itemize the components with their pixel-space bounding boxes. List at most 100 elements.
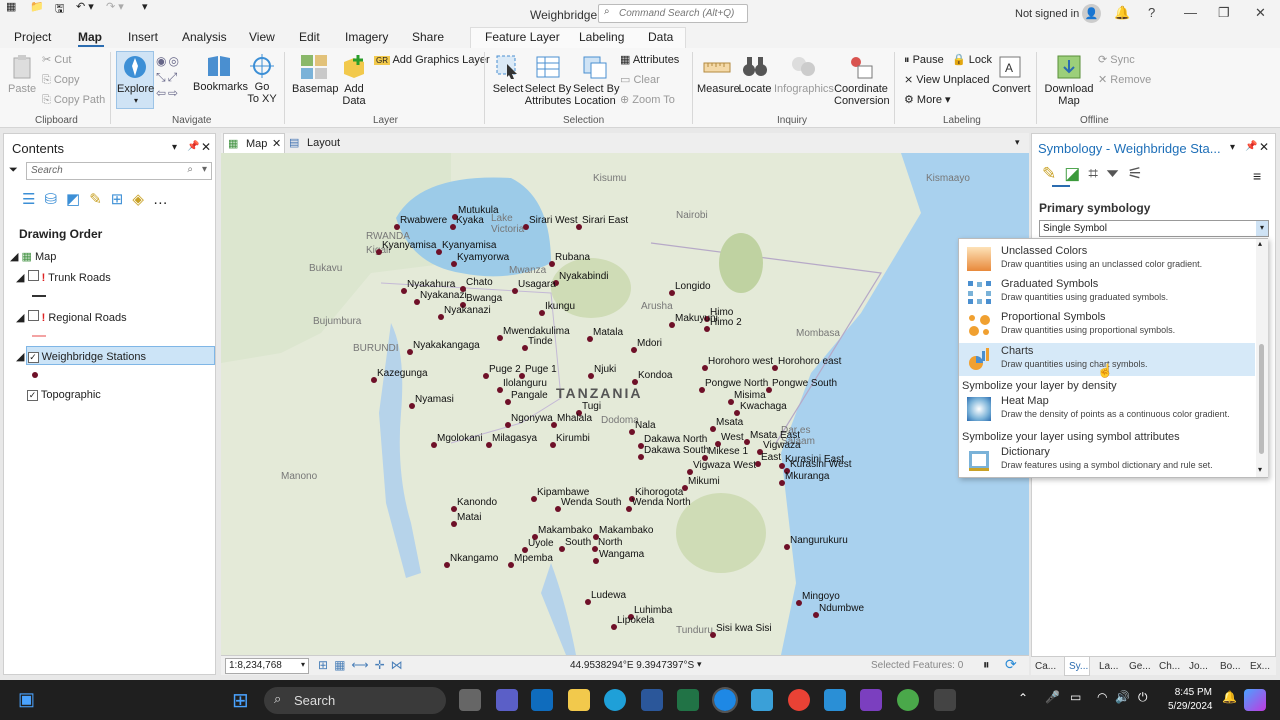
locate-button[interactable]: Locate <box>738 54 772 95</box>
save-icon[interactable]: 🖫 <box>55 0 64 19</box>
copy-button[interactable]: ⎘ Copy <box>42 74 80 86</box>
undo-icon[interactable]: ↶ ▾ <box>76 0 94 13</box>
edge-icon[interactable] <box>604 689 626 711</box>
toc-weighbridge-stations[interactable]: ◢ ✓ Weighbridge Stations <box>16 350 146 363</box>
pause-drawing-icon[interactable]: ⏸ <box>983 657 990 673</box>
tab-layers[interactable]: La... <box>1099 661 1118 672</box>
signin-status[interactable]: Not signed in <box>1015 8 1079 20</box>
scroll-down-icon[interactable]: ▾ <box>1258 465 1262 474</box>
collapse-icon[interactable]: ◢ <box>16 351 24 363</box>
select-by-location-button[interactable]: Select By Location <box>573 54 619 107</box>
explore-dropdown-icon[interactable]: ▾ <box>134 96 138 105</box>
maximize-button[interactable]: ❐ <box>1218 5 1230 21</box>
lock-labels-button[interactable]: 🔒 Lock <box>952 54 992 66</box>
wifi-icon[interactable]: ◠ <box>1097 690 1107 704</box>
scroll-up-icon[interactable]: ▴ <box>1258 239 1262 248</box>
tab-share[interactable]: Share <box>412 30 444 44</box>
visibility-checkbox[interactable] <box>27 310 39 321</box>
primary-symbology-select[interactable]: Single Symbol ▾ <box>1039 220 1269 237</box>
avatar[interactable]: 👤 <box>1082 4 1101 23</box>
snap-icon[interactable]: ⟷ <box>351 658 374 672</box>
vary-symbology-icon[interactable]: ◪ <box>1064 164 1088 183</box>
map-view[interactable]: TANZANIAKisumuNairobiKismaayoRWANDAKigal… <box>221 153 1029 655</box>
map-view-tools[interactable]: ⊞▦⟷✛⋈ <box>318 658 409 672</box>
collapse-icon[interactable]: ◢ <box>16 272 24 284</box>
copilot-icon[interactable] <box>1244 689 1266 711</box>
taskbar-search[interactable]: ⌕ Search <box>264 687 446 714</box>
measure-button[interactable]: Measure <box>697 54 740 95</box>
menu-icon[interactable]: ≡ <box>1253 168 1261 184</box>
open-icon[interactable]: 📁 <box>30 0 44 13</box>
recorder-icon[interactable] <box>934 689 956 711</box>
power-icon[interactable]: ⏻ <box>1138 690 1148 705</box>
advanced-symbology-icon[interactable]: ⚟ <box>1128 164 1151 183</box>
visibility-checkbox[interactable]: ✓ <box>27 352 39 363</box>
download-map-button[interactable]: Download Map <box>1044 54 1094 107</box>
close-pane-icon[interactable]: ✕ <box>201 140 211 154</box>
tab-edit[interactable]: Edit <box>299 30 320 44</box>
battery-icon[interactable]: ▭ <box>1070 690 1081 704</box>
redo-icon[interactable]: ↷ ▾ <box>106 0 124 13</box>
filter-icon[interactable]: ⏷ <box>1106 164 1128 183</box>
close-tab-icon[interactable]: ✕ <box>272 137 281 150</box>
chevron-down-icon[interactable]: ▾ <box>697 659 702 670</box>
search-app-icon[interactable] <box>751 689 773 711</box>
teams-icon[interactable] <box>496 689 518 711</box>
visibility-checkbox[interactable]: ✓ <box>27 390 38 401</box>
start-icon[interactable]: ⊞ <box>232 688 249 713</box>
chevron-down-icon[interactable]: ▾ <box>1015 137 1020 148</box>
visual-studio-icon[interactable] <box>860 689 882 711</box>
collapse-icon[interactable]: ◢ <box>10 251 18 263</box>
task-view-icon[interactable] <box>459 689 481 711</box>
more-labels-button[interactable]: ⚙ More ▾ <box>904 94 951 106</box>
remove-button[interactable]: ✕ Remove <box>1098 74 1151 86</box>
customize-icon[interactable]: ▾ <box>142 0 148 13</box>
tab-geoprocessing[interactable]: Ge... <box>1129 661 1151 672</box>
tab-project[interactable]: Project <box>14 30 51 44</box>
option-dictionary[interactable]: Dictionary Draw features using a symbol d… <box>959 444 1255 477</box>
view-unplaced-button[interactable]: ⨯ View Unplaced <box>904 74 989 86</box>
pin-icon[interactable]: 📌 <box>1245 141 1257 152</box>
chevron-up-icon[interactable]: ⌃ <box>1018 691 1028 705</box>
grid-icon[interactable]: ⊞ <box>318 658 334 672</box>
scrollbar-thumb[interactable] <box>1259 344 1264 454</box>
coordinate-conversion-button[interactable]: Coordinate Conversion <box>834 54 890 107</box>
tab-map[interactable]: Map <box>78 30 102 44</box>
copy-path-button[interactable]: ⎘ Copy Path <box>42 94 105 106</box>
volume-icon[interactable]: 🔊 <box>1115 690 1130 704</box>
toc-topographic[interactable]: ✓ Topographic <box>27 389 101 401</box>
infographics-button[interactable]: Infographics <box>774 54 834 95</box>
scale-selector[interactable]: 1:8,234,768 ▾ <box>225 658 309 674</box>
notification-bell-icon[interactable]: 🔔 <box>1222 690 1237 704</box>
widgets-icon[interactable]: ▣ <box>18 689 35 710</box>
help-icon[interactable]: ? <box>1148 5 1155 20</box>
tab-charts[interactable]: Ch... <box>1159 661 1180 672</box>
filter-icon[interactable]: ⏷ <box>9 164 18 177</box>
visibility-checkbox[interactable] <box>27 270 39 281</box>
editing-icon[interactable]: ✎ <box>89 191 111 208</box>
bookmarks-button[interactable]: Bookmarks <box>193 54 248 93</box>
tab-imagery[interactable]: Imagery <box>345 30 388 44</box>
symbology-dropdown[interactable]: Unclassed Colors Draw quantities using an… <box>958 238 1268 478</box>
snapping-icon[interactable]: ⊞ <box>111 191 133 208</box>
toc-regional-roads[interactable]: ◢ ! Regional Roads <box>16 310 127 324</box>
tab-map-view[interactable]: ▦ Map ✕ <box>223 133 285 153</box>
zoom-to-button[interactable]: ⊕ Zoom To <box>620 94 675 106</box>
tab-explore[interactable]: Ex... <box>1250 661 1270 672</box>
close-button[interactable]: ✕ <box>1255 5 1266 21</box>
crosshair-icon[interactable]: ✛ <box>375 658 391 672</box>
toc-map-item[interactable]: ◢ ▦ Map <box>10 250 56 263</box>
add-graphics-layer-button[interactable]: GR Add Graphics Layer <box>374 54 490 67</box>
clock[interactable]: 8:45 PM 5/29/2024 <box>1168 686 1213 714</box>
primary-symbology-icon[interactable]: ✎ <box>1042 164 1064 183</box>
dropdown-scrollbar[interactable]: ▴ ▾ <box>1256 239 1268 477</box>
tab-labeling[interactable]: Labeling <box>579 30 624 44</box>
more-options-icon[interactable]: … <box>153 191 177 208</box>
labeling-icon[interactable]: ◈ <box>132 191 153 208</box>
cut-button[interactable]: ✂ Cut <box>42 54 71 66</box>
coordinate-readout[interactable]: 44.9538294°E 9.3947397°S <box>570 660 694 671</box>
attributes-button[interactable]: ▦ Attributes <box>620 54 679 66</box>
collapse-icon[interactable]: ◢ <box>16 312 24 324</box>
clear-button[interactable]: ▭ Clear <box>620 74 660 86</box>
weighbridge-symbol-swatch[interactable] <box>32 372 38 378</box>
